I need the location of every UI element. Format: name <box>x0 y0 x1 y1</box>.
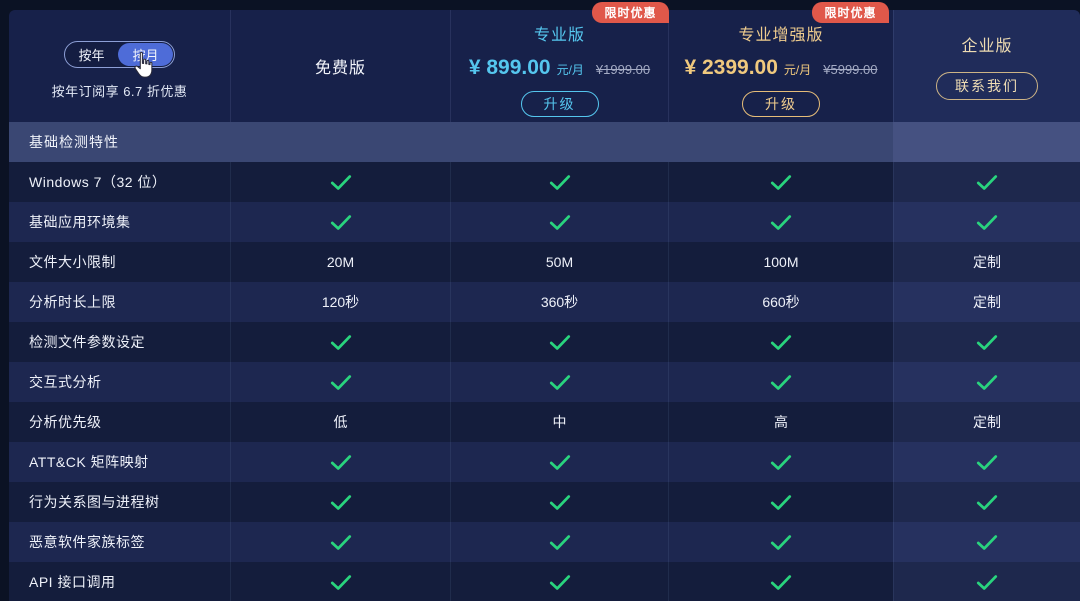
check-icon <box>668 162 893 202</box>
feature-name: 分析优先级 <box>29 414 102 430</box>
limited-offer-badge-pro: 限时优惠 <box>592 2 669 23</box>
check-icon <box>230 202 450 242</box>
feature-name: 交互式分析 <box>29 374 102 390</box>
feature-value: 定制 <box>893 402 1080 442</box>
feature-name: 恶意软件家族标签 <box>29 534 145 550</box>
contact-us-button[interactable]: 联系我们 <box>936 72 1038 100</box>
check-icon <box>230 362 450 402</box>
billing-header-cell: 按年 按月 按年订阅享 6.7 折优惠 <box>9 10 230 122</box>
feature-rows: Windows 7（32 位） 基础应用环境集 文件大小限制 20M 50M 100M 定制… <box>9 162 1080 601</box>
toggle-monthly-option[interactable]: 按月 <box>118 42 173 66</box>
check-icon <box>893 442 1080 482</box>
plan-header-free: 免费版 <box>230 10 450 122</box>
feature-value: 高 <box>668 402 893 442</box>
check-icon <box>893 562 1080 601</box>
table-row: 分析优先级 低中高定制 <box>9 402 1080 442</box>
plan-old-price: ¥5999.00 <box>823 62 878 77</box>
check-icon <box>668 562 893 601</box>
plan-header-pro-plus: 专业增强版 ¥ 2399.00 元/月 ¥5999.00 升级 <box>668 10 893 122</box>
check-icon <box>230 162 450 202</box>
plan-price: ¥ 899.00 <box>468 56 551 79</box>
check-icon <box>230 482 450 522</box>
plan-header-enterprise: 企业版 联系我们 <box>893 10 1080 122</box>
plan-old-price: ¥1999.00 <box>595 62 651 77</box>
check-icon <box>230 562 450 601</box>
check-icon <box>450 322 668 362</box>
check-icon <box>893 522 1080 562</box>
plan-name: 免费版 <box>314 60 366 77</box>
table-row: 分析时长上限 120秒 360秒 660秒 定制 <box>9 282 1080 322</box>
check-icon <box>893 162 1080 202</box>
upgrade-button-pro-plus[interactable]: 升级 <box>742 91 820 117</box>
check-icon <box>230 522 450 562</box>
table-row: ATT&CK 矩阵映射 <box>9 442 1080 482</box>
table-row: 交互式分析 <box>9 362 1080 402</box>
plan-name: 专业版 <box>533 27 585 44</box>
feature-value: 低 <box>230 402 450 442</box>
table-row: Windows 7（32 位） <box>9 162 1080 202</box>
feature-name: ATT&CK 矩阵映射 <box>29 454 149 470</box>
check-icon <box>450 162 668 202</box>
check-icon <box>668 442 893 482</box>
check-icon <box>450 562 668 601</box>
check-icon <box>450 362 668 402</box>
plan-name: 企业版 <box>961 38 1013 55</box>
feature-name: 基础应用环境集 <box>29 214 131 230</box>
feature-value: 360秒 <box>450 282 668 322</box>
feature-name: 文件大小限制 <box>29 254 116 270</box>
table-row: 检测文件参数设定 <box>9 322 1080 362</box>
feature-value: 50M <box>450 242 668 282</box>
table-row: API 接口调用 <box>9 562 1080 601</box>
table-row: 行为关系图与进程树 <box>9 482 1080 522</box>
check-icon <box>893 482 1080 522</box>
check-icon <box>450 522 668 562</box>
section-header-row: 基础检测特性 <box>9 122 1080 162</box>
check-icon <box>450 442 668 482</box>
feature-name: 行为关系图与进程树 <box>29 494 160 510</box>
check-icon <box>450 482 668 522</box>
feature-value: 100M <box>668 242 893 282</box>
section-header-enterprise-band <box>893 122 1080 162</box>
check-icon <box>893 362 1080 402</box>
check-icon <box>893 202 1080 242</box>
feature-value: 中 <box>450 402 668 442</box>
plans-header-row: 按年 按月 按年订阅享 6.7 折优惠 免费版 专业版 ¥ 899.00 元/月… <box>9 10 1080 122</box>
table-row: 基础应用环境集 <box>9 202 1080 242</box>
upgrade-button-pro[interactable]: 升级 <box>520 91 599 117</box>
feature-name: 检测文件参数设定 <box>29 334 145 350</box>
check-icon <box>668 202 893 242</box>
check-icon <box>668 482 893 522</box>
check-icon <box>668 322 893 362</box>
feature-value: 定制 <box>893 282 1080 322</box>
table-row: 恶意软件家族标签 <box>9 522 1080 562</box>
feature-name: API 接口调用 <box>29 574 116 590</box>
check-icon <box>450 202 668 242</box>
limited-offer-badge-pro-plus: 限时优惠 <box>812 2 889 23</box>
feature-name: Windows 7（32 位） <box>29 174 167 190</box>
table-row: 文件大小限制 20M 50M 100M 定制 <box>9 242 1080 282</box>
check-icon <box>668 522 893 562</box>
plan-name: 专业增强版 <box>738 27 824 44</box>
feature-value: 20M <box>230 242 450 282</box>
check-icon <box>668 362 893 402</box>
feature-name: 分析时长上限 <box>29 294 116 310</box>
pricing-table-card: 按年 按月 按年订阅享 6.7 折优惠 免费版 专业版 ¥ 899.00 元/月… <box>9 10 1080 601</box>
plan-header-pro: 专业版 ¥ 899.00 元/月 ¥1999.00 升级 <box>450 10 668 122</box>
section-header-label: 基础检测特性 <box>9 122 893 162</box>
plan-price-unit: 元/月 <box>783 63 812 77</box>
plan-price-unit: 元/月 <box>556 63 584 77</box>
feature-value: 660秒 <box>668 282 893 322</box>
check-icon <box>230 442 450 482</box>
yearly-discount-note: 按年订阅享 6.7 折优惠 <box>51 83 188 99</box>
billing-cycle-toggle[interactable]: 按年 按月 <box>64 40 175 68</box>
plan-price: ¥ 2399.00 <box>684 56 778 79</box>
toggle-yearly-option[interactable]: 按年 <box>65 42 117 67</box>
feature-value: 定制 <box>893 242 1080 282</box>
check-icon <box>230 322 450 362</box>
check-icon <box>893 322 1080 362</box>
feature-value: 120秒 <box>230 282 450 322</box>
